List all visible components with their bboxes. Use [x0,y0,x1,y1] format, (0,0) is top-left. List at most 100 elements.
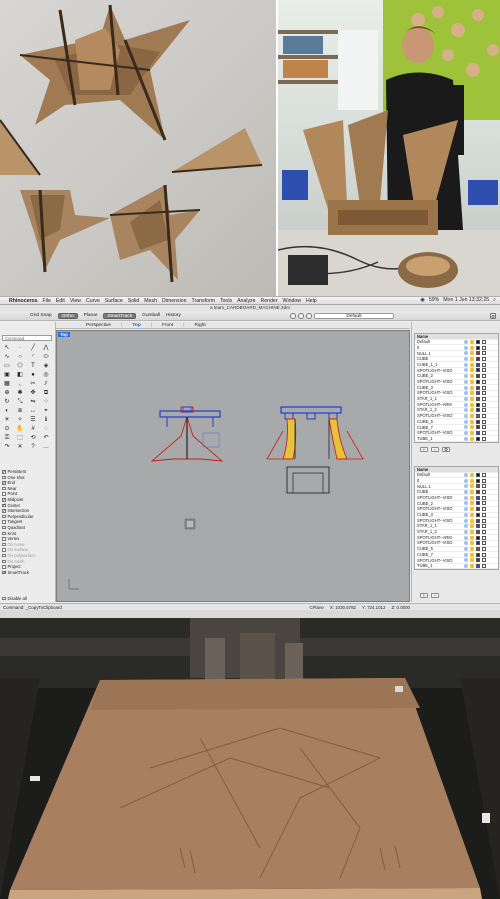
layer-material-swatch[interactable] [482,351,486,356]
text-tool-icon[interactable]: T [28,362,38,370]
planar-toggle[interactable]: Planar [84,313,98,318]
lock-icon[interactable] [470,379,474,384]
layer-color-swatch[interactable] [476,362,480,367]
rotate-tool-icon[interactable]: ↻ [2,398,12,406]
lock-icon[interactable] [470,431,474,436]
layer-material-swatch[interactable] [482,362,486,367]
osnap-checkbox[interactable] [2,475,6,480]
array-tool-icon[interactable]: ⁘ [41,398,51,406]
viewport-icon[interactable] [298,313,304,319]
osnap-checkbox[interactable] [2,486,6,491]
layer-color-swatch[interactable] [476,368,480,373]
grid-tool-icon[interactable]: # [28,425,38,433]
zoom-tool-icon[interactable]: ⊙ [2,425,12,433]
visibility-icon[interactable] [464,564,468,569]
group-tool-icon[interactable]: ⬚ [15,434,25,442]
app-menu[interactable]: Rhinoceros [9,298,38,304]
osnap-checkbox[interactable] [2,531,6,536]
properties-tool-icon[interactable]: ℹ [41,416,51,424]
layer-color-swatch[interactable] [476,391,480,396]
visibility-icon[interactable] [464,484,468,489]
visibility-icon[interactable] [464,340,468,345]
layer-material-swatch[interactable] [482,396,486,401]
menu-curve[interactable]: Curve [86,298,100,304]
layer-color-swatch[interactable] [476,351,480,356]
layer-tool-icon[interactable]: ☰ [28,416,38,424]
layer-color-swatch[interactable] [476,507,480,512]
visibility-icon[interactable] [464,385,468,390]
layer-color-swatch[interactable] [476,396,480,401]
visibility-icon[interactable] [464,408,468,413]
disable-all-checkbox[interactable] [2,596,6,601]
layer-color-swatch[interactable] [476,524,480,529]
layer-material-swatch[interactable] [482,546,486,551]
ortho-toggle[interactable]: Ortho [57,312,78,319]
menu-dimension[interactable]: Dimension [162,298,187,304]
lock-icon[interactable] [470,546,474,551]
osnap-checkbox[interactable] [2,480,6,485]
layer-material-swatch[interactable] [482,524,486,529]
lock-icon[interactable] [470,495,474,500]
lock-icon[interactable] [470,490,474,495]
light-tool-icon[interactable]: ✧ [15,416,25,424]
visibility-icon[interactable] [464,379,468,384]
lock-icon[interactable] [470,484,474,489]
tab-perspective[interactable]: Perspective [86,323,111,328]
layer-color-swatch[interactable] [476,552,480,557]
osnap-checkbox[interactable] [2,520,6,524]
visibility-icon[interactable] [464,357,468,362]
lock-icon[interactable] [470,413,474,418]
layer-material-swatch[interactable] [482,490,486,495]
layer-material-swatch[interactable] [482,413,486,418]
remove-layer-button[interactable]: − [431,447,439,452]
top-viewport[interactable]: Top [56,330,410,602]
line-tool-icon[interactable]: ╱ [28,344,38,352]
split-tool-icon[interactable]: ⫽ [41,380,51,388]
layer-color-swatch[interactable] [476,546,480,551]
lock-icon[interactable] [470,419,474,424]
layer-color-swatch[interactable] [476,345,480,350]
menu-transform[interactable]: Transform [192,298,215,304]
arc-tool-icon[interactable]: ◜ [28,353,38,361]
remove-layer-button[interactable]: − [431,593,439,598]
layer-material-swatch[interactable] [482,552,486,557]
layer-color-swatch[interactable] [476,385,480,390]
lock-icon[interactable] [470,478,474,483]
visibility-icon[interactable] [464,402,468,407]
tab-front[interactable]: Front [162,323,173,328]
lock-icon[interactable] [470,362,474,367]
viewport-label[interactable]: Top [58,332,70,337]
layer-list-bottom[interactable]: Name Default 0 NULL 1 CUBE SPOTLIGHT--VISO CUB… [414,466,499,571]
layer-material-swatch[interactable] [482,473,486,478]
offset-tool-icon[interactable]: ⧈ [15,407,25,415]
visibility-icon[interactable] [464,419,468,424]
polyline-tool-icon[interactable]: ⋀ [41,344,51,352]
help-tool-icon[interactable]: ? [28,443,38,451]
lock-icon[interactable] [470,524,474,529]
visibility-icon[interactable] [464,546,468,551]
layer-material-swatch[interactable] [482,419,486,424]
mirror-tool-icon[interactable]: ⇋ [28,398,38,406]
layer-material-swatch[interactable] [482,379,486,384]
osnap-checkbox[interactable] [2,565,6,569]
layer-material-swatch[interactable] [482,507,486,512]
layer-color-swatch[interactable] [476,490,480,495]
cplane-label[interactable]: CPlane [309,605,323,610]
layer-color-swatch[interactable] [476,402,480,407]
visibility-icon[interactable] [464,529,468,534]
render-tool-icon[interactable]: ☀ [2,416,12,424]
lock-icon[interactable] [470,385,474,390]
right-model-drawing[interactable] [266,406,364,460]
sphere-tool-icon[interactable]: ● [28,371,38,379]
layer-material-swatch[interactable] [482,495,486,500]
clock[interactable]: Mon 1 Jun 13:32:25 [443,297,489,304]
layer-color-swatch[interactable] [476,564,480,569]
visibility-icon[interactable] [464,362,468,367]
layer-color-swatch[interactable] [476,478,480,483]
layer-color-swatch[interactable] [476,340,480,345]
disable-all-row[interactable]: Disable all [2,596,27,601]
gumball-toggle[interactable]: Gumball [142,313,160,318]
menu-surface[interactable]: Surface [105,298,123,304]
menu-view[interactable]: View [70,298,81,304]
layer-material-swatch[interactable] [482,529,486,534]
